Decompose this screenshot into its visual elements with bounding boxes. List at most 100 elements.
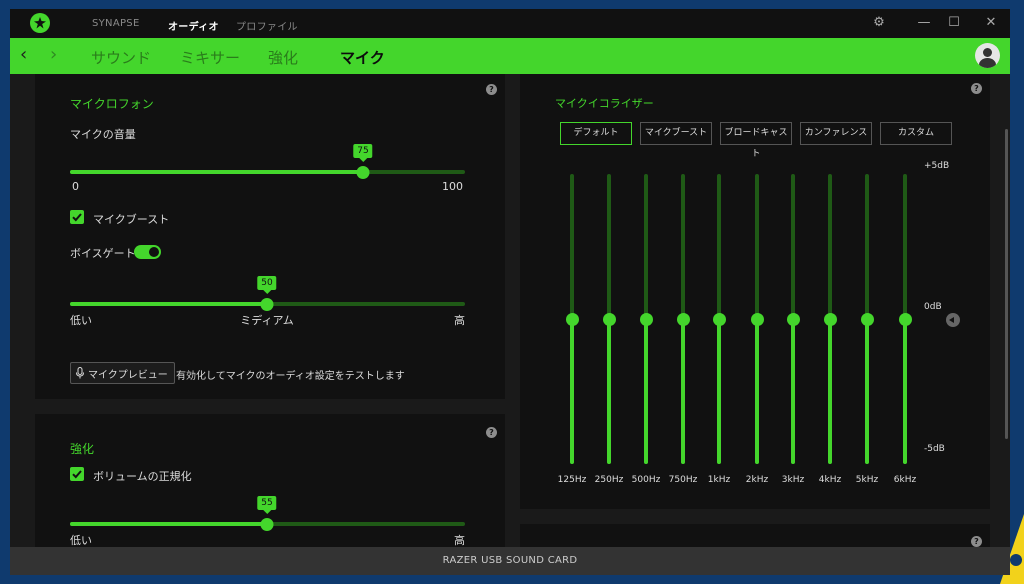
eq-band-label: 6kHz	[893, 475, 917, 485]
mic-volume-fill	[70, 170, 363, 174]
eq-band-slider[interactable]	[750, 174, 764, 464]
preset-button[interactable]: ブロードキャスト	[720, 122, 792, 159]
close-icon[interactable]: ✕	[983, 15, 999, 31]
mic-volume-handle[interactable]	[356, 165, 370, 179]
eq-band-handle[interactable]	[602, 312, 616, 326]
enhance-title: 強化	[70, 442, 95, 456]
eq-band-fill	[791, 319, 795, 464]
status-bar: RAZER USB SOUND CARD	[10, 547, 1010, 575]
forward-arrow-icon[interactable]: ›	[50, 46, 57, 64]
avatar-body	[979, 58, 996, 68]
normalize-fill	[70, 522, 267, 526]
mic-volume-label: マイクの音量	[70, 128, 136, 141]
microphone-icon	[76, 367, 84, 379]
voice-gate-low-label: 低い	[70, 314, 92, 327]
eq-band-fill	[755, 319, 759, 464]
eq-band-label: 500Hz	[631, 475, 661, 485]
mic-boost-checkbox[interactable]	[70, 210, 84, 224]
eq-band-handle[interactable]	[565, 312, 579, 326]
eq-band-slider[interactable]	[712, 174, 726, 464]
tab-mixer[interactable]: ミキサー	[180, 47, 240, 68]
db-mid-label: 0dB	[924, 302, 942, 312]
mic-preview-button-label: マイクプレビュー	[88, 369, 168, 381]
normalize-handle[interactable]	[260, 517, 274, 531]
help-icon[interactable]: ?	[971, 83, 982, 94]
tab-mic[interactable]: マイク	[340, 47, 385, 68]
synapse-window: SYNAPSE オーディオ プロファイル ⚙ — ☐ ✕ ‹ › サウンド ミキ…	[10, 9, 1010, 575]
scrollbar[interactable]	[1005, 129, 1008, 439]
eq-band-fill	[681, 319, 685, 464]
equalizer-title: マイクイコライザー	[555, 97, 654, 110]
preset-button[interactable]: カスタム	[880, 122, 952, 145]
eq-band-handle[interactable]	[786, 312, 800, 326]
mic-preview-button[interactable]: マイクプレビュー	[70, 362, 175, 384]
db-min-label: -5dB	[924, 444, 945, 454]
preset-button[interactable]: マイクブースト	[640, 122, 712, 145]
help-icon[interactable]: ?	[486, 84, 497, 95]
tab-enhance[interactable]: 強化	[268, 47, 298, 68]
main-content: ? マイクロフォン マイクの音量 75 0 100 マイクブースト ボイスゲート	[10, 74, 1010, 547]
normalize-checkbox[interactable]	[70, 467, 84, 481]
eq-band-label: 125Hz	[557, 475, 587, 485]
eq-band-handle[interactable]	[898, 312, 912, 326]
eq-band-handle[interactable]	[823, 312, 837, 326]
help-icon[interactable]: ?	[971, 536, 982, 547]
eq-band-label: 250Hz	[594, 475, 624, 485]
eq-band-fill	[865, 319, 869, 464]
eq-band-label: 5kHz	[855, 475, 879, 485]
mic-equalizer-panel: ? マイクイコライザー デフォルト マイクブースト ブロードキャスト カンファレンスカ…	[520, 74, 990, 509]
top-tab-profile[interactable]: プロファイル	[236, 18, 298, 33]
settings-gear-icon[interactable]: ⚙	[871, 15, 887, 31]
normalize-value: 55	[257, 496, 277, 514]
voice-gate-label: ボイスゲート	[70, 247, 136, 260]
top-tab-audio[interactable]: オーディオ	[168, 18, 219, 33]
maximize-icon[interactable]: ☐	[946, 15, 962, 31]
voice-gate-high-label: 高	[454, 314, 465, 327]
mic-boost-label: マイクブースト	[93, 213, 170, 226]
checkmark-icon	[72, 213, 82, 222]
voice-gate-handle[interactable]	[260, 297, 274, 311]
eq-band-slider[interactable]	[860, 174, 874, 464]
minimize-icon[interactable]: —	[916, 15, 932, 31]
normalize-slider[interactable]: 55	[70, 496, 465, 531]
eq-band-handle[interactable]	[860, 312, 874, 326]
sub-navigation: ‹ › サウンド ミキサー 強化 マイク	[10, 38, 1010, 74]
secondary-panel: ?	[520, 524, 990, 547]
eq-band-slider[interactable]	[786, 174, 800, 464]
tab-sound[interactable]: サウンド	[91, 47, 151, 68]
eq-band-fill	[903, 319, 907, 464]
enhance-panel: ? 強化 ボリュームの正規化 55 低い 高	[35, 414, 505, 547]
eq-band-slider[interactable]	[823, 174, 837, 464]
top-tab-synapse[interactable]: SYNAPSE	[92, 18, 140, 29]
eq-band-fill	[828, 319, 832, 464]
eq-band-slider[interactable]	[639, 174, 653, 464]
preset-button[interactable]: カンファレンス	[800, 122, 872, 145]
voice-gate-slider[interactable]: 50	[70, 276, 465, 311]
eq-band-slider[interactable]	[676, 174, 690, 464]
voice-gate-toggle[interactable]	[134, 245, 161, 259]
help-icon[interactable]: ?	[486, 427, 497, 438]
eq-band-handle[interactable]	[639, 312, 653, 326]
razer-logo-icon[interactable]	[30, 13, 50, 33]
eq-band-slider[interactable]	[565, 174, 579, 464]
voice-gate-value: 50	[257, 276, 277, 294]
mic-volume-slider[interactable]: 75	[70, 144, 465, 179]
microphone-panel: ? マイクロフォン マイクの音量 75 0 100 マイクブースト ボイスゲート	[35, 74, 505, 399]
eq-band-handle[interactable]	[676, 312, 690, 326]
eq-band-label: 2kHz	[745, 475, 769, 485]
eq-band-slider[interactable]	[898, 174, 912, 464]
eq-band-handle[interactable]	[750, 312, 764, 326]
voice-gate-fill	[70, 302, 267, 306]
title-bar: SYNAPSE オーディオ プロファイル ⚙ — ☐ ✕	[10, 9, 1010, 38]
eq-band-fill	[570, 319, 574, 464]
user-avatar[interactable]	[975, 43, 1000, 68]
avatar-head	[983, 48, 992, 57]
eq-band-handle[interactable]	[712, 312, 726, 326]
eq-band-label: 750Hz	[668, 475, 698, 485]
eq-collapse-arrow-icon[interactable]	[946, 313, 960, 327]
back-arrow-icon[interactable]: ‹	[20, 46, 27, 64]
preset-button[interactable]: デフォルト	[560, 122, 632, 145]
microphone-title: マイクロフォン	[70, 97, 154, 111]
eq-band-slider[interactable]	[602, 174, 616, 464]
eq-band-label: 4kHz	[818, 475, 842, 485]
